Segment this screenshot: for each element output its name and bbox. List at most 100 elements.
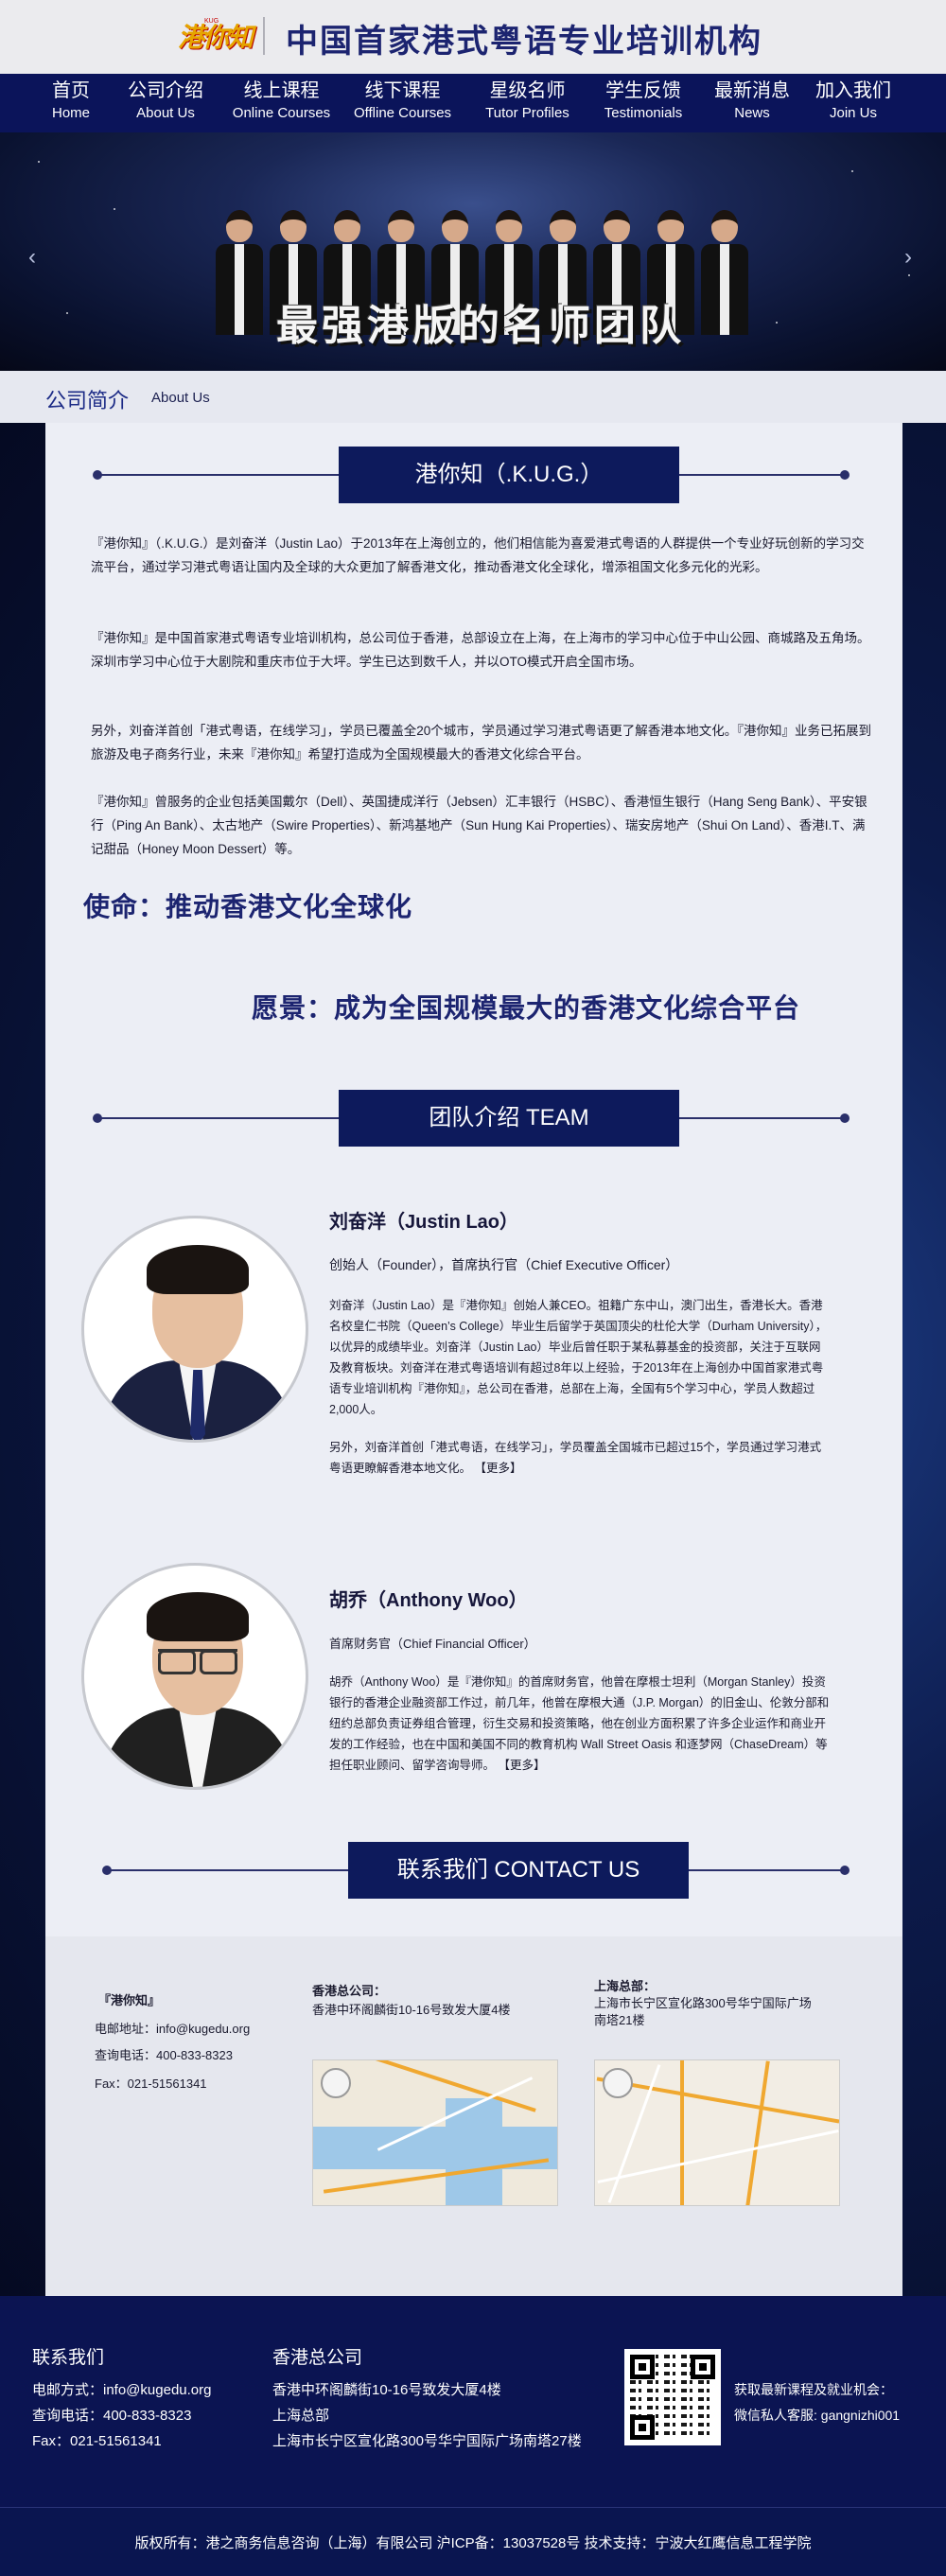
mission-statement: 使命：推动香港文化全球化 <box>83 892 413 921</box>
nav-item-tutor-profiles[interactable]: 星级名师 Tutor Profiles <box>478 79 577 124</box>
member-bio: 刘奋洋（Justin Lao）是『港你知』创始人兼CEO。祖籍广东中山，澳门出生… <box>329 1299 828 1416</box>
logo-text: 港你知 <box>178 22 254 53</box>
member-bio: 胡乔（Anthony Woo）是『港你知』的首席财务官，他曾在摩根士坦利（Mor… <box>329 1672 831 1776</box>
nav-item-news[interactable]: 最新消息 News <box>714 79 790 124</box>
nav-item-offline-courses[interactable]: 线下课程 Offline Courses <box>348 79 457 124</box>
nav-label-cn: 最新消息 <box>714 80 790 101</box>
nav-item-about[interactable]: 公司介绍 About Us <box>128 79 203 124</box>
footer-contact-title: 联系我们 <box>32 2348 105 2368</box>
copyright-text: 版权所有：港之商务信息咨询（上海）有限公司 沪ICP备：13037528号 技术… <box>134 2535 812 2551</box>
section-subtitle: About Us <box>151 390 210 406</box>
star <box>776 322 778 324</box>
footer-phone: 查询电话：400-833-8323 <box>32 2408 192 2424</box>
member-role: 首席财务官（Chief Financial Officer） <box>329 1637 536 1651</box>
nav-item-home[interactable]: 首页 Home <box>47 79 95 124</box>
footer-hk-title: 香港总公司 <box>272 2348 363 2368</box>
member-name: 刘奋洋（Justin Lao） <box>329 1212 519 1233</box>
heading-line <box>98 1117 339 1119</box>
footer: 联系我们 电邮方式：info@kugedu.org 查询电话：400-833-8… <box>0 2296 946 2507</box>
about-paragraph: 『港你知』是中国首家港式粤语专业培训机构，总公司位于香港，总部设立在上海，在上海… <box>91 631 870 669</box>
banner-slogan: 最强港版的名师团队 <box>276 302 685 350</box>
star <box>851 170 853 172</box>
logo-small-text: KUG <box>204 18 219 25</box>
member-role: 创始人（Founder），首席执行官（Chief Executive Offic… <box>329 1257 679 1272</box>
nav-label-cn: 线上课程 <box>243 80 320 101</box>
content-panel: 港你知（.K.U.G.） 『港你知』（.K.U.G.）是刘奋洋（Justin L… <box>45 423 902 2296</box>
nav-label-cn: 星级名师 <box>489 80 566 101</box>
hk-office-title: 香港总公司： <box>312 1984 387 1998</box>
member-avatar <box>81 1563 308 1790</box>
nav-label-cn: 公司介绍 <box>128 80 203 101</box>
star <box>114 208 115 210</box>
about-paragraph: 『港你知』（.K.U.G.）是刘奋洋（Justin Lao）于2013年在上海创… <box>91 536 865 574</box>
nav-label-en: About Us <box>136 105 195 121</box>
nav-label-cn: 线下课程 <box>364 80 441 101</box>
nav-label-en: Offline Courses <box>353 105 452 121</box>
copyright-bar: 版权所有：港之商务信息咨询（上海）有限公司 沪ICP备：13037528号 技术… <box>0 2507 946 2576</box>
nav-label-en: Home <box>51 105 90 121</box>
site-title: 中国首家港式粤语专业培训机构 <box>286 23 762 61</box>
contact-email[interactable]: 电邮地址：info@kugedu.org <box>95 2016 250 2042</box>
site-logo[interactable]: KUG 港你知 <box>178 17 254 59</box>
nav-label-en: Join Us <box>829 105 878 121</box>
team-heading: 团队介绍 TEAM <box>339 1090 679 1147</box>
heading-dot <box>840 1113 850 1123</box>
map-zoom-control[interactable] <box>603 2068 633 2098</box>
nav-item-online-courses[interactable]: 线上课程 Online Courses <box>227 79 336 124</box>
team-member-figure <box>701 210 748 335</box>
footer-promo: 获取最新课程及就业机会： <box>734 2382 893 2397</box>
about-heading-bar: 港你知（.K.U.G.） <box>93 447 850 503</box>
about-paragraph: 另外，刘奋洋首创「港式粤语，在线学习」，学员已覆盖全20个城市，学员通过学习港式… <box>91 724 872 762</box>
hero-banner: 最强港版的名师团队 ‹ › <box>0 132 946 371</box>
sh-office-address: 上海市长宁区宣化路300号华宁国际广场南塔21楼 <box>594 1996 812 2027</box>
nav-label-cn: 首页 <box>52 80 90 101</box>
contact-brand: 『港你知』 <box>98 1993 161 2007</box>
nav-label-cn: 加入我们 <box>815 80 891 101</box>
star <box>908 274 910 276</box>
star <box>66 312 68 314</box>
more-link[interactable]: 【更多】 <box>475 1462 522 1475</box>
nav-label-en: Tutor Profiles <box>485 105 569 121</box>
member-bio-extra: 另外，刘奋洋首创「港式粤语，在线学习」，学员覆盖全国城市已超过15个，学员通过学… <box>329 1437 831 1479</box>
footer-fax: Fax：021-51561341 <box>32 2433 162 2449</box>
hk-map[interactable] <box>312 2059 558 2206</box>
contact-heading-bar: 联系我们 CONTACT US <box>93 1842 850 1899</box>
banner-next-icon[interactable]: › <box>904 244 912 271</box>
about-heading: 港你知（.K.U.G.） <box>339 447 679 503</box>
nav-item-testimonials[interactable]: 学生反馈 Testimonials <box>596 79 691 124</box>
section-header: 公司简介 About Us <box>0 371 946 423</box>
heading-line <box>108 1869 348 1871</box>
footer-wechat: 微信私人客服: gangnizhi001 <box>734 2408 901 2423</box>
member-bio-text: 另外，刘奋洋首创「港式粤语，在线学习」，学员覆盖全国城市已超过15个，学员通过学… <box>329 1441 822 1475</box>
about-paragraph: 『港你知』曾服务的企业包括美国戴尔（Dell）、英国捷成洋行（Jebsen）汇丰… <box>91 795 867 856</box>
footer-sh-address: 上海市长宁区宣化路300号华宁国际广场南塔27楼 <box>272 2433 582 2449</box>
sh-map[interactable] <box>594 2059 840 2206</box>
member-avatar <box>81 1216 308 1443</box>
nav-item-join-us[interactable]: 加入我们 Join Us <box>815 79 891 124</box>
team-heading-bar: 团队介绍 TEAM <box>93 1090 850 1147</box>
banner-prev-icon[interactable]: ‹ <box>28 244 36 271</box>
contact-phone: 查询电话：400-833-8323 <box>95 2048 233 2062</box>
logo-divider <box>263 17 265 55</box>
qr-code <box>624 2349 721 2445</box>
sh-office-title: 上海总部： <box>594 1979 657 1993</box>
nav-label-en: News <box>734 105 770 121</box>
heading-dot <box>840 1866 850 1875</box>
hk-office-address: 香港中环阁麟街10-16号致发大厦4楼 <box>312 2003 511 2017</box>
contact-heading: 联系我们 CONTACT US <box>348 1842 689 1899</box>
heading-line <box>98 474 339 476</box>
heading-line <box>679 474 844 476</box>
footer-hk-address: 香港中环阁麟街10-16号致发大厦4楼 <box>272 2382 501 2398</box>
heading-line <box>679 1117 844 1119</box>
vision-statement: 愿景：成为全国规模最大的香港文化综合平台 <box>252 993 801 1023</box>
nav-label-en: Online Courses <box>232 105 331 121</box>
heading-dot <box>840 470 850 480</box>
team-member-figure <box>216 210 263 335</box>
main-nav: 首页 Home 公司介绍 About Us 线上课程 Online Course… <box>0 74 946 132</box>
more-link[interactable]: 【更多】 <box>499 1759 546 1772</box>
heading-line <box>689 1869 844 1871</box>
map-zoom-control[interactable] <box>321 2068 351 2098</box>
contact-area: 『港你知』 电邮地址：info@kugedu.org 查询电话：400-833-… <box>45 1936 902 2296</box>
nav-label-cn: 学生反馈 <box>605 80 681 101</box>
footer-email[interactable]: 电邮方式：info@kugedu.org <box>32 2377 211 2403</box>
